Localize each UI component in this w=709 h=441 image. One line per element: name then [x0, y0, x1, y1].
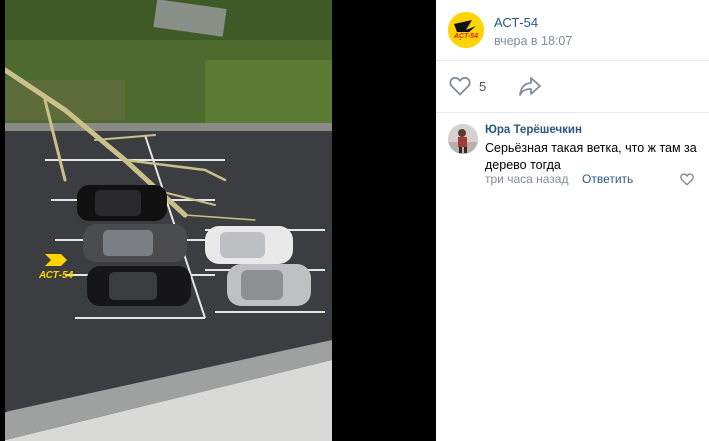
- like-heart-icon[interactable]: [448, 74, 472, 98]
- post-info-panel: ACT-54 АСТ-54 вчера в 18:07 5 Юра Терёше…: [436, 0, 709, 441]
- post-actions: 5: [448, 74, 709, 98]
- user-photo-icon: [448, 124, 478, 154]
- commenter-avatar[interactable]: [448, 124, 478, 154]
- reply-button[interactable]: Ответить: [582, 172, 633, 186]
- comment-like-heart-icon[interactable]: [679, 172, 695, 186]
- author-avatar[interactable]: ACT-54: [448, 12, 484, 48]
- comment-text: Серьёзная такая ветка, что ж там за дере…: [485, 141, 697, 172]
- car-black-2: [87, 266, 191, 306]
- ast54-logo-icon: ACT-54: [448, 12, 484, 48]
- parking-lot-image: АСТ-54: [5, 0, 332, 441]
- photo-viewer: АСТ-54: [0, 0, 436, 441]
- svg-text:АСТ-54: АСТ-54: [38, 270, 74, 281]
- commenter-name-link[interactable]: Юра Терёшечкин: [485, 124, 582, 136]
- car-white: [205, 226, 293, 264]
- car-black-1: [77, 185, 167, 221]
- share-arrow-icon[interactable]: [518, 75, 542, 97]
- divider: [436, 112, 709, 113]
- divider: [436, 60, 709, 61]
- car-silver-1: [83, 224, 187, 262]
- post-date[interactable]: вчера в 18:07: [494, 34, 572, 48]
- post-header: ACT-54 АСТ-54 вчера в 18:07: [448, 12, 709, 52]
- svg-text:ACT-54: ACT-54: [453, 33, 478, 40]
- car-grey: [227, 264, 311, 306]
- author-name-link[interactable]: АСТ-54: [494, 15, 538, 30]
- comment-time[interactable]: три часа назад: [485, 172, 568, 186]
- post-photo[interactable]: АСТ-54: [5, 0, 332, 441]
- like-count: 5: [479, 79, 487, 94]
